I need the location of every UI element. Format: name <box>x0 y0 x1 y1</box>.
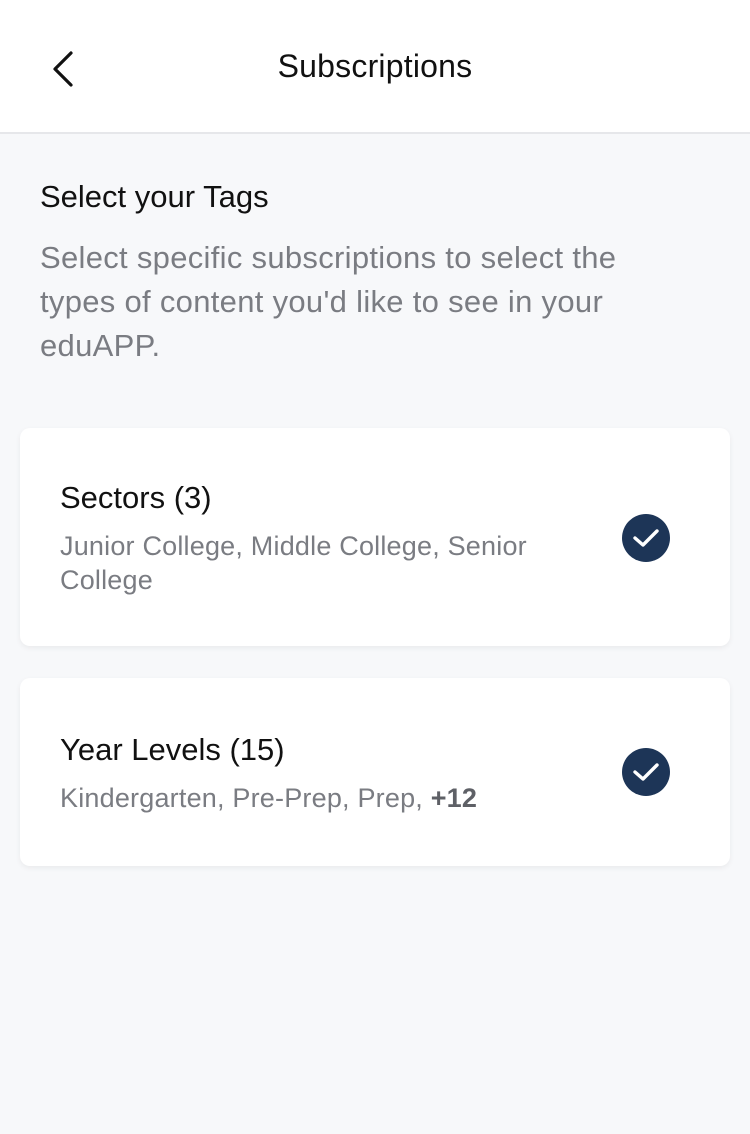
checkmark-circle-icon[interactable] <box>622 514 670 562</box>
year-levels-list: Kindergarten, Pre-Prep, Prep, <box>60 783 431 813</box>
checkmark-circle-icon[interactable] <box>622 748 670 796</box>
section-description: Select specific subscriptions to select … <box>40 240 617 363</box>
check-icon <box>633 529 659 547</box>
year-levels-card[interactable]: Year Levels (15) Kindergarten, Pre-Prep,… <box>20 678 730 866</box>
page-title: Subscriptions <box>277 48 473 84</box>
year-levels-subtitle: Kindergarten, Pre-Prep, Prep, +12 <box>60 781 580 815</box>
more-count-badge: +12 <box>430 783 478 813</box>
sectors-title: Sectors (3) <box>60 480 212 515</box>
app-header: Subscriptions <box>0 0 750 134</box>
section-title: Select your Tags <box>40 179 269 214</box>
sectors-subtitle: Junior College, Middle College, Senior C… <box>60 531 527 595</box>
year-levels-title: Year Levels (15) <box>60 732 285 767</box>
check-icon <box>633 763 659 781</box>
intro-section: Select your Tags Select specific subscri… <box>40 176 700 368</box>
sectors-card[interactable]: Sectors (3) Junior College, Middle Colle… <box>20 428 730 646</box>
